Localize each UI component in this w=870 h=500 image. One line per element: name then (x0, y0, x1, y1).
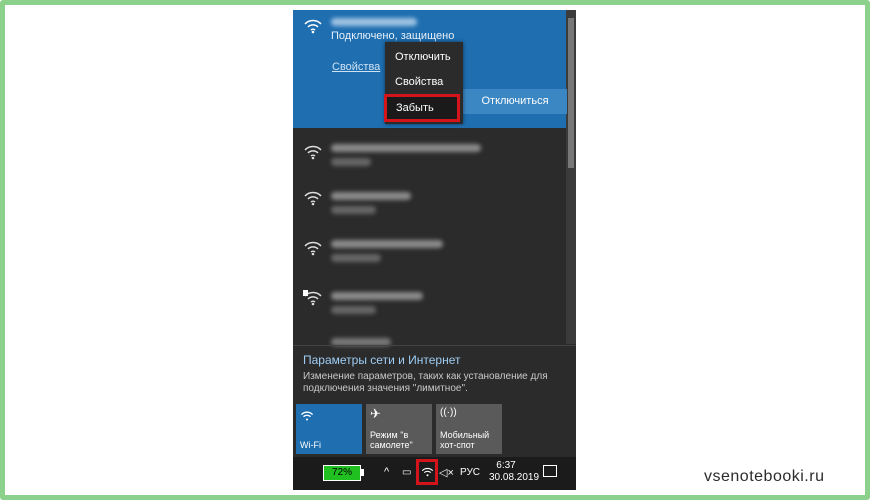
airplane-mode-tile[interactable]: ✈ Режим "в самолете" (366, 404, 432, 454)
network-list-item[interactable] (293, 128, 576, 180)
menu-item-forget[interactable]: Забыть (384, 94, 460, 122)
network-name-blurred (331, 240, 443, 248)
airplane-tile-label: Режим "в самолете" (370, 430, 413, 450)
disconnect-button[interactable]: Отключиться (463, 89, 567, 114)
wifi-signal-icon (304, 145, 322, 160)
action-center-icon[interactable] (543, 465, 557, 477)
menu-item-forget-label: Забыть (396, 102, 434, 114)
properties-link[interactable]: Свойства (332, 61, 380, 73)
clock-date: 30.08.2019 (489, 472, 540, 483)
input-language[interactable]: РУС (460, 467, 480, 478)
network-name-blurred (331, 192, 411, 200)
wifi-icon (300, 411, 314, 421)
network-status-blurred (331, 206, 376, 214)
wifi-open-network-icon (303, 290, 322, 306)
network-status-blurred (331, 158, 371, 166)
battery-indicator[interactable]: 72% (323, 465, 361, 481)
battery-cap (361, 469, 364, 476)
network-status-blurred (331, 306, 376, 314)
wifi-tile-label: Wi-Fi (300, 440, 321, 450)
wifi-signal-icon (304, 19, 322, 34)
network-name-blurred (331, 18, 417, 26)
network-settings-link[interactable]: Параметры сети и Интернет (303, 353, 461, 367)
divider (293, 345, 576, 346)
scrollbar[interactable] (566, 10, 576, 344)
connection-status: Подключено, защищено (331, 30, 455, 42)
scrollbar-thumb[interactable] (568, 18, 574, 168)
wifi-tray-icon (421, 467, 434, 477)
volume-muted-icon[interactable]: ◁× (439, 466, 454, 479)
network-list-item[interactable] (293, 284, 576, 336)
wifi-signal-icon (304, 241, 322, 256)
clock[interactable]: 6:37 30.08.2019 (489, 460, 540, 484)
wifi-toggle-tile[interactable]: Wi-Fi (296, 404, 362, 454)
wifi-signal-icon (304, 191, 322, 206)
menu-item-properties[interactable]: Свойства (395, 76, 443, 88)
network-tray-icon[interactable] (416, 459, 438, 485)
network-settings-description: Изменение параметров, таких как установл… (303, 371, 548, 394)
taskbar: 72% ^ ▭ ◁× РУС 6:37 30.08.2019 (293, 457, 576, 490)
show-hidden-icons-icon[interactable]: ^ (384, 466, 389, 478)
battery-percent: 72% (331, 467, 352, 478)
network-name-blurred (331, 292, 423, 300)
hotspot-icon: ((·)) (440, 407, 457, 418)
network-status-blurred (331, 254, 381, 262)
hotspot-tile-label: Мобильный хот-спот (440, 430, 490, 450)
airplane-icon: ✈ (370, 406, 381, 421)
network-list-item[interactable] (293, 232, 576, 284)
network-name-blurred (331, 144, 481, 152)
battery-small-icon[interactable]: ▭ (402, 467, 411, 478)
menu-item-disconnect[interactable]: Отключить (395, 51, 451, 63)
network-list-item[interactable] (293, 180, 576, 232)
clock-time: 6:37 (496, 460, 516, 471)
mobile-hotspot-tile[interactable]: ((·)) Мобильный хот-спот (436, 404, 502, 454)
watermark: vsenotebooki.ru (704, 468, 825, 485)
